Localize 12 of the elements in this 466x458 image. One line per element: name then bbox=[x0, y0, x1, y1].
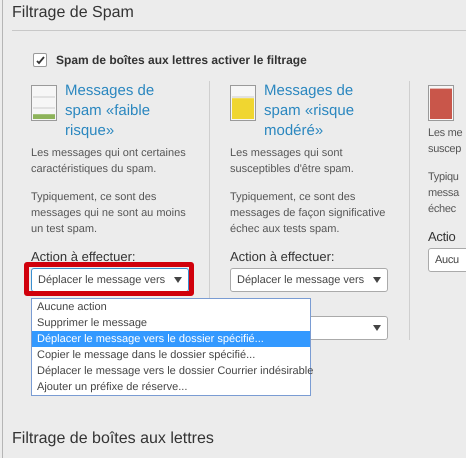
description-text: Les messages qui ont certaines caractéristiques du spam. bbox=[31, 146, 187, 177]
description-text: Les me suscep bbox=[428, 126, 464, 157]
action-label: Action à effectuer: bbox=[230, 249, 336, 264]
description-text: Typiquement, ce sont des messages qui ne sont au moins un test spam. bbox=[31, 190, 187, 237]
checkbox-label: Spam de boîtes aux lettres activer le filtrage bbox=[56, 53, 307, 67]
description-text: Typiqu messa échec bbox=[428, 170, 460, 217]
description-text: Les messages qui sont susceptibles d'être spam. bbox=[230, 146, 355, 177]
action-label: Actio bbox=[428, 229, 456, 244]
section-title: Filtrage de Spam bbox=[11, 3, 135, 23]
section-title: Filtrage de boîtes aux lettres bbox=[12, 430, 214, 448]
action-label: Action à effectuer: bbox=[31, 249, 137, 264]
description-text: Typiquement, ce sont des messages de façon significative échec aux tests spam. bbox=[230, 190, 386, 237]
